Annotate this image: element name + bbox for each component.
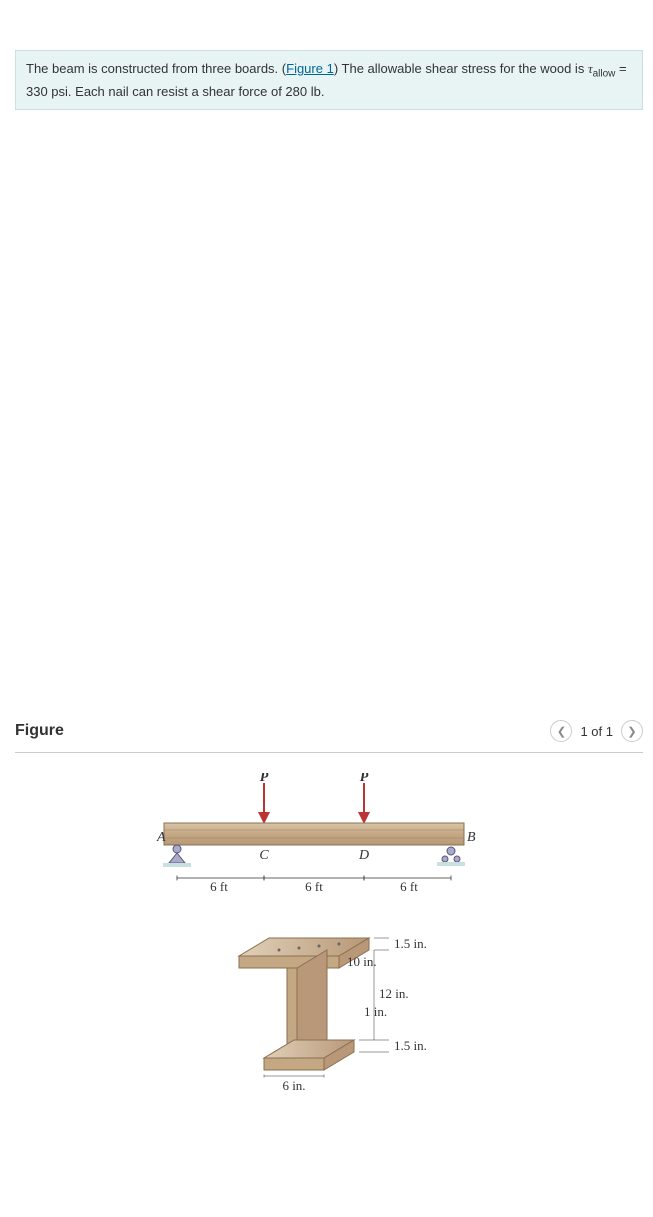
load-label-2: P [360,773,369,785]
problem-text-2: ) The allowable shear stress for the woo… [334,61,588,76]
dim-web-height: 12 in. [379,986,409,1001]
dim-bot-thick: 1.5 in. [394,1038,427,1053]
figure-pager: 1 of 1 [580,724,613,739]
dim-bot-width: 6 in. [282,1078,305,1093]
eq-sign: = [615,61,626,76]
prev-button[interactable]: ❮ [550,720,572,742]
problem-statement: The beam is constructed from three board… [15,50,643,110]
point-C: C [259,848,269,863]
problem-text-4: . [321,84,325,99]
span-3: 6 ft [400,879,418,894]
span-1: 6 ft [210,879,228,894]
chevron-left-icon: ❮ [557,725,566,738]
next-button[interactable]: ❯ [621,720,643,742]
point-A: A [156,830,166,845]
beam-diagram-svg: P P [119,773,539,1133]
tau-sub: allow [593,69,616,80]
chevron-right-icon: ❯ [627,725,636,738]
figure-title: Figure [15,722,64,740]
dim-web-thick: 1 in. [364,1004,387,1019]
problem-text-1: The beam is constructed from three board… [26,61,286,76]
point-B: B [467,830,476,845]
tau-value: 330 psi [26,84,68,99]
figure-section: Figure ❮ 1 of 1 ❯ [15,720,643,1133]
figure-nav: ❮ 1 of 1 ❯ [550,720,643,742]
point-D: D [358,848,369,863]
figure-header: Figure ❮ 1 of 1 ❯ [15,720,643,753]
nail-force: 280 lb [285,84,320,99]
span-2: 6 ft [305,879,323,894]
problem-text-3: . Each nail can resist a shear force of [68,84,286,99]
dim-top-width: 10 in. [347,954,377,969]
load-label-1: P [260,773,269,785]
diagram: P P [15,753,643,1133]
dim-top-thick: 1.5 in. [394,936,427,951]
figure-link[interactable]: Figure 1 [286,61,334,76]
figure-body[interactable]: P P [15,753,643,1133]
